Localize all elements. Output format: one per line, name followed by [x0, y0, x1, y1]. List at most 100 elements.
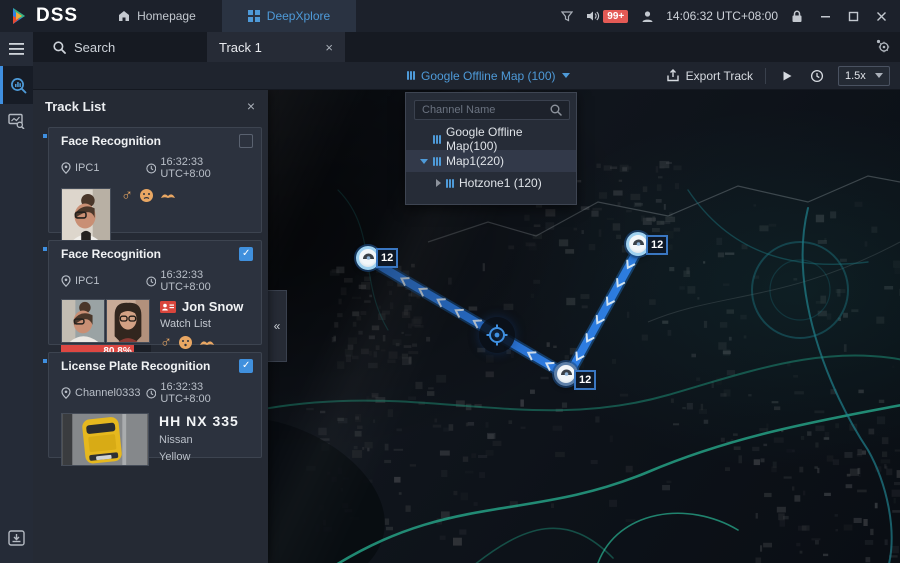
sidebar-item-track-search[interactable]: [0, 66, 33, 104]
close-button[interactable]: [872, 7, 890, 25]
card-channel: IPC1: [75, 162, 99, 174]
card-time: 16:32:33 UTC+8:00: [160, 381, 253, 405]
plate-number: HH NX 335: [159, 413, 239, 429]
panel-close-icon[interactable]: ×: [247, 98, 255, 114]
track-card-face-2[interactable]: Face Recognition IPC1 16:32:33 UTC+8:00: [48, 240, 262, 345]
channel-tree-dropdown: Google Offline Map(100) Map1(220) Hotzon…: [405, 92, 577, 205]
download-icon: [8, 530, 25, 546]
lock-icon[interactable]: [788, 7, 806, 25]
play-track-button[interactable]: [778, 67, 796, 85]
gender-male-icon: ♂: [121, 189, 133, 203]
chevron-down-icon: [562, 73, 570, 78]
location-pin-icon: [61, 387, 71, 399]
speed-value: 1.5x: [845, 70, 866, 82]
track-card-plate[interactable]: License Plate Recognition Channel0333 16…: [48, 352, 262, 458]
tree-item-google-offline-map[interactable]: Google Offline Map(100): [406, 128, 576, 150]
sidebar-item-record-search[interactable]: [0, 104, 33, 138]
tree-item-map1[interactable]: Map1(220): [406, 150, 576, 172]
tab-search[interactable]: Search: [33, 32, 135, 62]
left-sidebar: [0, 32, 33, 563]
face-snapshot[interactable]: [61, 188, 111, 245]
card-checkbox[interactable]: [239, 134, 253, 148]
location-pin-icon: [61, 162, 71, 174]
task-settings-icon[interactable]: [875, 38, 890, 58]
card-time: 16:32:33 UTC+8:00: [160, 269, 253, 293]
user-icon[interactable]: [638, 7, 656, 25]
tab-label: Homepage: [137, 9, 196, 23]
location-pin-icon: [61, 275, 71, 287]
record-search-icon: [8, 113, 25, 129]
card-type: License Plate Recognition: [61, 359, 210, 373]
person-list: Watch List: [160, 318, 243, 330]
card-time: 16:32:33 UTC+8:00: [160, 156, 253, 180]
expand-chevron-icon[interactable]: [420, 159, 428, 164]
maximize-button[interactable]: [844, 7, 862, 25]
marker-count-label[interactable]: 12: [646, 235, 668, 255]
track-target-icon[interactable]: [479, 317, 515, 353]
title-bar: DSS Homepage DeepXplore 99+: [0, 0, 900, 32]
tab-deepxplore[interactable]: DeepXplore: [222, 0, 356, 32]
grid-icon: [248, 10, 260, 22]
tree-item-hotzone1[interactable]: Hotzone1 (120): [406, 172, 576, 194]
face-snapshot[interactable]: [61, 299, 105, 343]
clock-icon: [146, 276, 157, 287]
marker-count-label[interactable]: 12: [574, 370, 596, 390]
tab-label: Search: [74, 40, 115, 55]
clock-timezone: UTC+08:00: [716, 9, 778, 23]
marker-count-label[interactable]: 12: [376, 248, 398, 268]
playback-history-button[interactable]: [808, 67, 826, 85]
export-track-button[interactable]: Export Track: [666, 69, 753, 83]
map-layers-icon: [446, 179, 454, 188]
panel-title: Track List: [45, 99, 106, 114]
dss-window: 12 12 12 « DSS Homepage: [0, 0, 900, 563]
filter-icon[interactable]: [558, 7, 576, 25]
home-icon: [118, 10, 130, 22]
app-name: DSS: [36, 5, 78, 27]
mustache-icon: [199, 339, 215, 347]
export-icon: [666, 69, 680, 82]
map-selector-dropdown[interactable]: Google Offline Map (100): [407, 69, 570, 83]
marker-count: 12: [579, 374, 591, 386]
watchlist-photo[interactable]: [106, 299, 150, 343]
tab-track-1[interactable]: Track 1 ×: [207, 32, 345, 62]
card-type: Face Recognition: [61, 247, 161, 261]
card-type: Face Recognition: [61, 134, 161, 148]
face-attributes: ♂: [121, 188, 176, 203]
track-list-panel: Track List × Face Recognition IPC1 16:32…: [33, 90, 268, 563]
search-analytics-icon: [10, 77, 27, 94]
export-label: Export Track: [686, 69, 753, 83]
channel-search-input[interactable]: [414, 100, 570, 120]
dss-logo-icon: [10, 6, 30, 26]
face-attributes: ♂: [160, 335, 243, 350]
map-lighting-overlay: [268, 90, 900, 563]
collapse-chevrons-icon: «: [274, 319, 281, 333]
track-card-face-1[interactable]: Face Recognition IPC1 16:32:33 UTC+8:00: [48, 127, 262, 233]
playback-speed-select[interactable]: 1.5x: [838, 66, 890, 86]
panel-collapse-handle[interactable]: «: [268, 290, 287, 362]
search-icon: [53, 41, 66, 54]
toolbar-divider: [765, 68, 766, 84]
card-checkbox[interactable]: [239, 247, 253, 261]
collapse-chevron-icon[interactable]: [436, 179, 441, 187]
tab-homepage[interactable]: Homepage: [92, 0, 222, 32]
vehicle-snapshot[interactable]: [61, 413, 149, 466]
map-layers-icon: [433, 135, 441, 144]
tab-label: DeepXplore: [267, 9, 330, 23]
person-name: Jon Snow: [182, 299, 243, 314]
notifications[interactable]: 99+: [586, 10, 628, 23]
minimize-button[interactable]: [816, 7, 834, 25]
chevron-down-icon: [875, 73, 883, 78]
sidebar-item-download-center[interactable]: [0, 521, 33, 555]
app-logo[interactable]: DSS: [0, 5, 92, 27]
tree-item-label: Hotzone1 (120): [459, 176, 542, 190]
id-card-icon: [160, 301, 176, 313]
card-checkbox[interactable]: [239, 359, 253, 373]
marker-count: 12: [651, 239, 663, 251]
mustache-icon: [160, 192, 176, 200]
sidebar-menu-toggle[interactable]: [0, 32, 33, 66]
title-bar-controls: 99+ 14:06:32 UTC+08:00: [558, 7, 900, 25]
map-canvas[interactable]: 12 12 12 «: [268, 90, 900, 563]
notification-badge: 99+: [603, 10, 628, 23]
tab-close-icon[interactable]: ×: [325, 40, 333, 55]
crosshair-icon: [485, 323, 509, 347]
